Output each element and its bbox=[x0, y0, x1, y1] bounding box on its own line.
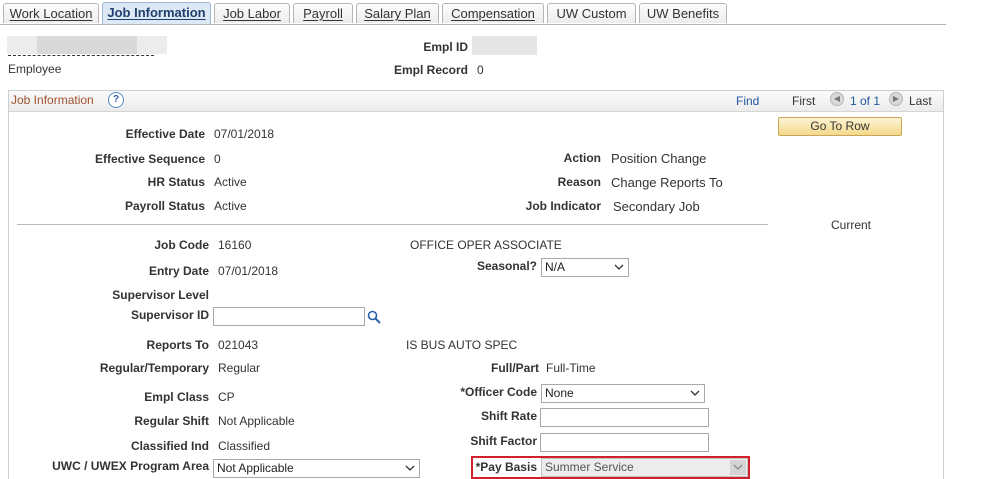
job-code-description: OFFICE OPER ASSOCIATE bbox=[410, 238, 562, 252]
effective-date-label: Effective Date bbox=[125, 127, 205, 141]
current-label: Current bbox=[831, 218, 872, 232]
shift-factor-input[interactable] bbox=[540, 433, 709, 452]
regular-shift-value: Not Applicable bbox=[218, 414, 295, 428]
supervisor-id-input[interactable] bbox=[213, 307, 365, 326]
tab-work-location[interactable]: Work Location bbox=[3, 3, 99, 23]
officer-code-label: *Officer Code bbox=[460, 385, 537, 399]
hr-status-value: Active bbox=[214, 175, 247, 189]
job-indicator-value: Secondary Job bbox=[613, 199, 700, 214]
pay-basis-select[interactable]: Summer Service bbox=[541, 458, 748, 477]
officer-code-select[interactable]: None bbox=[541, 384, 705, 403]
tab-compensation[interactable]: Compensation bbox=[442, 3, 544, 23]
tab-label: Salary Plan bbox=[364, 6, 431, 21]
section-title: Job Information bbox=[11, 93, 94, 107]
supervisor-level-label: Supervisor Level bbox=[112, 288, 209, 302]
effective-sequence-value: 0 bbox=[214, 152, 221, 166]
tab-salary-plan[interactable]: Salary Plan bbox=[356, 3, 439, 23]
effective-sequence-label: Effective Sequence bbox=[94, 152, 205, 166]
empl-class-value: CP bbox=[218, 390, 235, 404]
chevron-down-icon bbox=[690, 390, 700, 396]
payroll-status-value: Active bbox=[214, 199, 247, 213]
employee-label: Employee bbox=[8, 62, 62, 76]
empl-id-label: Empl ID bbox=[423, 40, 468, 54]
tab-label: Compensation bbox=[451, 6, 535, 21]
empl-record-value: 0 bbox=[477, 63, 484, 77]
chevron-down-icon bbox=[733, 464, 743, 470]
shift-factor-label: Shift Factor bbox=[470, 434, 537, 448]
pay-basis-value: Summer Service bbox=[545, 460, 634, 474]
tab-uw-custom[interactable]: UW Custom bbox=[547, 3, 636, 23]
tab-label: Job Information bbox=[107, 5, 206, 20]
tab-label: Job Labor bbox=[223, 6, 281, 21]
seasonal-value: N/A bbox=[545, 260, 566, 274]
tab-label: UW Custom bbox=[556, 6, 627, 21]
effective-date-value: 07/01/2018 bbox=[214, 127, 275, 141]
seasonal-label: Seasonal? bbox=[476, 259, 537, 273]
full-part-value: Full-Time bbox=[546, 361, 596, 375]
action-value: Position Change bbox=[611, 151, 707, 166]
entry-date-value: 07/01/2018 bbox=[218, 264, 279, 278]
tab-job-labor[interactable]: Job Labor bbox=[214, 3, 290, 23]
shift-rate-input[interactable] bbox=[540, 408, 709, 427]
job-indicator-label: Job Indicator bbox=[525, 199, 601, 213]
entry-date-label: Entry Date bbox=[148, 264, 209, 278]
go-to-row-button[interactable]: Go To Row bbox=[778, 117, 902, 136]
employee-name-redacted bbox=[137, 36, 167, 54]
uwc-program-area-value: Not Applicable bbox=[217, 461, 294, 475]
reports-to-description: IS BUS AUTO SPEC bbox=[406, 338, 518, 352]
officer-code-value: None bbox=[545, 386, 574, 400]
reason-label: Reason bbox=[557, 175, 601, 189]
last-label: Last bbox=[909, 94, 932, 108]
uwc-program-area-select[interactable]: Not Applicable bbox=[213, 459, 420, 478]
empl-class-label: Empl Class bbox=[144, 390, 209, 404]
section-header: Job Information ? Find First ◀ 1 of 1 ▶ … bbox=[9, 91, 943, 112]
reason-value: Change Reports To bbox=[611, 175, 723, 190]
chevron-down-icon bbox=[405, 465, 415, 471]
regular-shift-label: Regular Shift bbox=[134, 414, 209, 428]
supervisor-id-label: Supervisor ID bbox=[130, 308, 209, 322]
tab-payroll[interactable]: Payroll bbox=[293, 3, 353, 23]
arrow-right-icon[interactable]: ▶ bbox=[889, 92, 903, 106]
section-divider bbox=[17, 224, 768, 225]
pay-basis-label: *Pay Basis bbox=[475, 460, 537, 474]
reports-to-value: 021043 bbox=[218, 338, 259, 352]
hr-status-label: HR Status bbox=[147, 175, 205, 189]
find-link[interactable]: Find bbox=[736, 94, 759, 108]
empl-id-redacted bbox=[472, 36, 537, 55]
tab-job-information[interactable]: Job Information bbox=[102, 2, 211, 24]
help-icon[interactable]: ? bbox=[108, 92, 124, 108]
reports-to-label: Reports To bbox=[146, 338, 209, 352]
employee-name-redacted bbox=[7, 36, 37, 54]
seasonal-select[interactable]: N/A bbox=[541, 258, 629, 277]
action-label: Action bbox=[563, 151, 601, 165]
classified-ind-label: Classified Ind bbox=[130, 439, 209, 453]
regular-temporary-value: Regular bbox=[218, 361, 261, 375]
regular-temporary-label: Regular/Temporary bbox=[99, 361, 209, 375]
empl-record-label: Empl Record bbox=[393, 63, 468, 77]
job-code-value: 16160 bbox=[218, 238, 252, 252]
tabs-baseline bbox=[0, 24, 946, 25]
arrow-left-icon[interactable]: ◀ bbox=[830, 92, 844, 106]
name-underline bbox=[8, 55, 154, 56]
tab-label: Payroll bbox=[303, 6, 343, 21]
tab-uw-benefits[interactable]: UW Benefits bbox=[639, 3, 727, 23]
full-part-label: Full/Part bbox=[490, 361, 539, 375]
tab-label: Work Location bbox=[9, 6, 93, 21]
payroll-status-label: Payroll Status bbox=[124, 199, 205, 213]
uwc-program-area-label: UWC / UWEX Program Area bbox=[52, 459, 209, 473]
row-count: 1 of 1 bbox=[850, 94, 881, 108]
shift-rate-label: Shift Rate bbox=[480, 409, 537, 423]
first-label: First bbox=[792, 94, 816, 108]
job-information-section: Job Information ? Find First ◀ 1 of 1 ▶ … bbox=[8, 90, 944, 479]
employee-name-redacted bbox=[37, 36, 137, 54]
job-code-label: Job Code bbox=[154, 238, 209, 252]
chevron-down-icon bbox=[614, 264, 624, 270]
magnifier-icon[interactable] bbox=[367, 310, 381, 324]
tab-label: UW Benefits bbox=[646, 6, 720, 21]
classified-ind-value: Classified bbox=[218, 439, 271, 453]
